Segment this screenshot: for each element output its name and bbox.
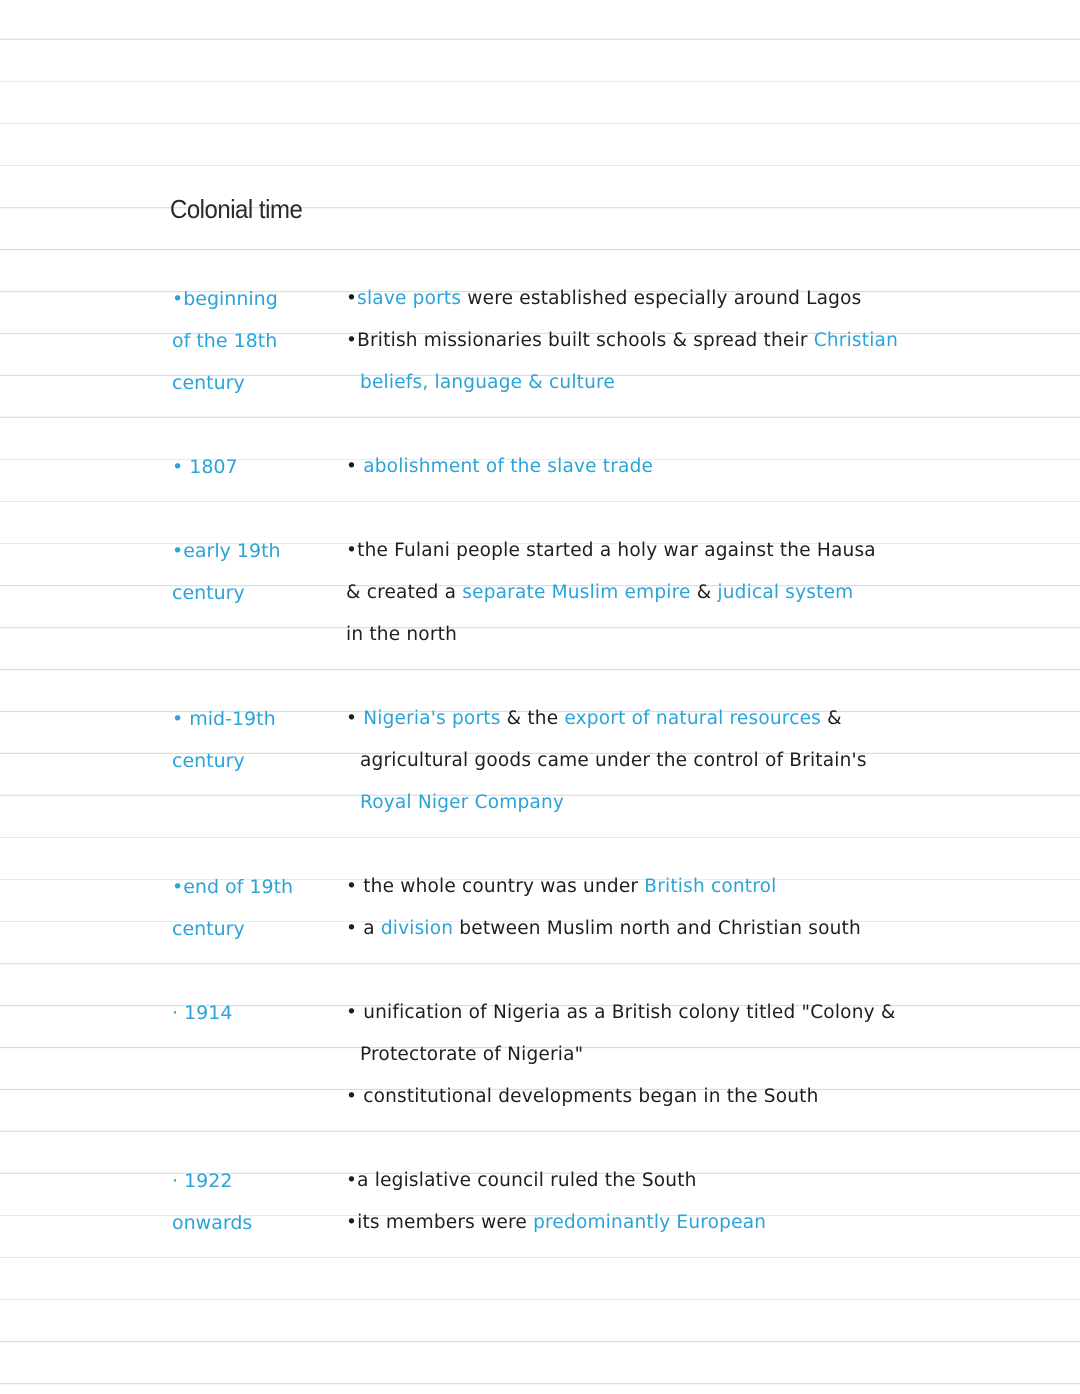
note-text: • constitutional developments began in t… [346, 1086, 819, 1107]
note-line: • abolishment of the slave trade [346, 446, 1074, 488]
timeline-notes: •slave ports were established especially… [346, 278, 1074, 404]
note-line: & created a separate Muslim empire & jud… [346, 572, 1074, 614]
highlighted-text: Nigeria's ports [363, 708, 501, 729]
timeline-date: • mid-19th century [172, 708, 276, 772]
timeline-notes: • the whole country was under British co… [346, 866, 1074, 950]
note-text: • [346, 288, 358, 309]
note-line: • a division between Muslim north and Ch… [346, 908, 1074, 950]
note-text: • unification of Nigeria as a British co… [346, 1002, 896, 1023]
highlighted-text: beliefs, language & culture [360, 372, 616, 393]
timeline-date: •early 19th century [172, 540, 281, 604]
note-line: •slave ports were established especially… [346, 278, 1074, 320]
timeline-notes: • unification of Nigeria as a British co… [346, 992, 1074, 1118]
timeline-notes: •a legislative council ruled the South •i… [346, 1160, 1074, 1244]
note-text: were established especially around Lagos [461, 288, 862, 309]
note-text: & [820, 708, 842, 729]
timeline-date: •beginning of the 18th century [172, 288, 278, 394]
note-line: •the Fulani people started a holy war ag… [346, 530, 1074, 572]
note-text: between Muslim north and Christian south [453, 918, 861, 939]
note-text: • [346, 456, 364, 477]
note-line: Royal Niger Company [346, 782, 1074, 824]
highlighted-text: slave ports [357, 288, 462, 309]
timeline-date: •end of 19th century [172, 876, 294, 940]
timeline-date: · 1922 onwards [172, 1170, 253, 1234]
note-text: •British missionaries built schools & sp… [346, 330, 814, 351]
note-line: • constitutional developments began in t… [346, 1076, 1074, 1118]
page-title: Colonial time [170, 194, 303, 224]
note-line: • unification of Nigeria as a British co… [346, 992, 1074, 1034]
note-text: •a legislative council ruled the South [346, 1170, 697, 1191]
note-line: agricultural goods came under the contro… [346, 740, 1074, 782]
note-line: • the whole country was under British co… [346, 866, 1074, 908]
timeline-notes: •the Fulani people started a holy war ag… [346, 530, 1074, 656]
highlighted-text: predominantly European [533, 1212, 767, 1233]
highlighted-text: Christian [813, 330, 899, 351]
highlighted-text: judical system [717, 582, 854, 603]
note-text: agricultural goods came under the contro… [360, 750, 867, 771]
highlighted-text: British control [644, 876, 777, 897]
note-text: • the whole country was under [346, 876, 645, 897]
note-text: • a [346, 918, 381, 939]
note-text: •its members were [346, 1212, 534, 1233]
note-text: in the north [346, 624, 458, 645]
note-text: & [690, 582, 718, 603]
highlighted-text: division [380, 918, 454, 939]
note-line: •its members were predominantly European [346, 1202, 1074, 1244]
note-text: & created a [346, 582, 463, 603]
note-line: •British missionaries built schools & sp… [346, 320, 1074, 362]
highlighted-text: export of natural resources [564, 708, 821, 729]
note-line: • Nigeria's ports & the export of natura… [346, 698, 1074, 740]
highlighted-text: abolishment of the slave trade [363, 456, 654, 477]
timeline-notes: • abolishment of the slave trade [346, 446, 1074, 488]
note-line: in the north [346, 614, 1074, 656]
note-text: & the [500, 708, 565, 729]
note-text: •the Fulani people started a holy war ag… [346, 540, 876, 561]
note-text: • [346, 708, 364, 729]
timeline-date: · 1914 [172, 1002, 233, 1024]
note-text: Protectorate of Nigeria" [360, 1044, 584, 1065]
note-line: Protectorate of Nigeria" [346, 1034, 1074, 1076]
note-line: beliefs, language & culture [346, 362, 1074, 404]
note-line: •a legislative council ruled the South [346, 1160, 1074, 1202]
highlighted-text: Royal Niger Company [360, 792, 565, 813]
timeline-date: • 1807 [172, 456, 238, 478]
highlighted-text: separate Muslim empire [462, 582, 691, 603]
timeline-notes: • Nigeria's ports & the export of natura… [346, 698, 1074, 824]
